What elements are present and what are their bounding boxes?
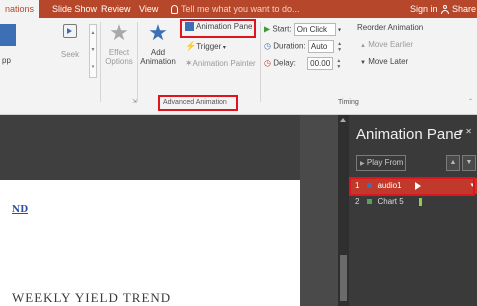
seek-button[interactable]: Seek [55, 24, 85, 59]
scroll-thumb[interactable] [340, 255, 347, 301]
tell-me-box[interactable]: Tell me what you want to do... [166, 0, 305, 18]
tab-view[interactable]: View [134, 0, 163, 18]
tab-review[interactable]: Review [96, 0, 136, 18]
effect-type-icon [367, 199, 373, 205]
animation-pane: Animation Pane ▾ ✕ ▶ Play From ▲ ▼ 1 aud… [349, 115, 477, 306]
preview-button-label[interactable]: pp [2, 56, 11, 65]
effect-options-label-2: Options [105, 57, 133, 66]
seek-label: Seek [60, 50, 80, 59]
add-animation-label-2: Animation [140, 57, 176, 66]
pane-options-icon[interactable]: ▾ ✕ [459, 127, 472, 136]
workspace-scrollbar[interactable] [338, 115, 349, 306]
move-up-button[interactable]: ▲ [446, 155, 460, 171]
add-animation-label: Add [150, 48, 166, 57]
reorder-animation-label: Reorder Animation [357, 23, 424, 32]
clock-icon: ◷ [264, 41, 271, 51]
slide-heading: ND [12, 205, 29, 215]
tab-animations[interactable]: nations [0, 0, 40, 18]
animation-item-number: 2 [355, 197, 360, 206]
play-icon: ▶ [360, 161, 365, 167]
duration-spinner[interactable]: ▲ ▼ [337, 41, 344, 53]
star-icon: ★ [109, 20, 129, 45]
animation-painter-button[interactable]: ✶Animation Painter [185, 58, 256, 69]
collapse-ribbon-icon[interactable]: ⌃ [468, 98, 473, 105]
share-button[interactable]: Share [436, 0, 477, 18]
slide-canvas[interactable] [0, 180, 300, 306]
animation-pane-title: Animation Pane [356, 126, 462, 143]
preview-icon [0, 24, 16, 46]
up-arrow-icon: ▲ [360, 43, 366, 49]
duration-input[interactable]: Auto [307, 40, 334, 53]
effect-options-label: Effect [108, 48, 130, 57]
play-from-button[interactable]: ▶ Play From [356, 155, 406, 171]
delay-input[interactable]: 00.00 [307, 57, 334, 70]
down-arrow-icon: ▼ [360, 60, 366, 66]
start-dropdown-icon[interactable]: ▾ [338, 28, 341, 34]
duration-row: ◷ Duration: Auto ▲ ▼ [264, 40, 344, 53]
selected-item-highlight [349, 177, 475, 196]
trigger-button[interactable]: ⚡Trigger ▾ [185, 41, 226, 52]
scroll-up-icon[interactable] [340, 118, 346, 122]
painter-icon: ✶ [185, 58, 193, 68]
start-icon: ▶ [264, 24, 271, 34]
animation-item-name: Chart 5 [377, 197, 404, 206]
animation-item-chart5[interactable]: 2 Chart 5 [349, 194, 477, 210]
advanced-animation-highlight [158, 95, 238, 111]
ribbon-tab-bar: nations Slide Show Review View Tell me w… [0, 0, 477, 18]
timing-bar [419, 198, 422, 206]
trigger-icon: ⚡ [185, 41, 197, 51]
tab-slide-show[interactable]: Slide Show [47, 0, 102, 18]
move-earlier-button[interactable]: ▲ Move Earlier [360, 40, 413, 49]
animation-pane-highlight [180, 19, 256, 38]
slide-title-text: WEEKLY YIELD TREND [12, 290, 172, 305]
ribbon: pp Seek ▲ ▼ ▾ ★ Effect Options ★ Add Anima… [0, 18, 477, 115]
animation-gallery-scroll[interactable]: ▲ ▼ ▾ [89, 24, 97, 78]
lightbulb-icon [171, 5, 178, 14]
move-down-button[interactable]: ▼ [462, 155, 476, 171]
effect-options-button[interactable]: ★ Effect Options [104, 20, 134, 67]
dialog-launcher-icon[interactable]: ⇲ [132, 98, 137, 105]
add-animation-button[interactable]: ★ Add Animation [139, 20, 177, 67]
person-icon [441, 5, 449, 14]
start-select[interactable]: On Click [293, 23, 336, 36]
start-row: ▶ Start: On Click ▾ [264, 23, 341, 36]
slide-area-dark [0, 115, 300, 180]
seek-icon [63, 24, 77, 38]
delay-row: ◷ Delay: 00.00 ▲ ▼ [264, 57, 343, 70]
add-animation-star-icon: ★ [148, 20, 168, 45]
move-later-button[interactable]: ▼ Move Later [360, 57, 408, 66]
timing-group-label: Timing [338, 99, 359, 106]
delay-spinner[interactable]: ▲ ▼ [336, 58, 343, 70]
delay-icon: ◷ [264, 58, 271, 68]
